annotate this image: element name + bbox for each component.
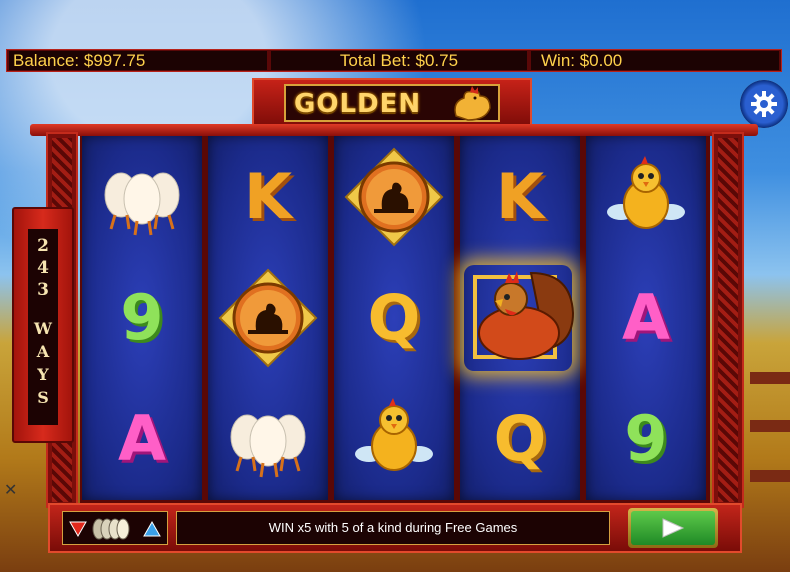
logo-title: GOLDEN: [294, 89, 422, 119]
symbol-A: A: [586, 257, 706, 378]
balance-display: Balance: $997.75: [9, 51, 267, 70]
frame-post-right: [712, 132, 744, 508]
spin-button[interactable]: [628, 508, 718, 548]
ways-letter: Y: [37, 365, 49, 384]
ways-digit: 4: [37, 258, 49, 278]
eggs-icon: [230, 414, 306, 477]
symbol-rooster-medallion: [208, 257, 328, 378]
ways-digit: 2: [37, 236, 49, 256]
fence-rail: [750, 470, 790, 482]
rooster-icon: [473, 270, 575, 360]
symbol-K: K: [460, 136, 580, 257]
symbol-9: 9: [82, 257, 202, 378]
game-logo: GOLDEN: [252, 78, 532, 128]
reel-4: K Q: [460, 136, 580, 500]
reel-5: A 9: [586, 136, 706, 500]
reel-frame-top: [30, 124, 758, 136]
total-bet-display: Total Bet: $0.75: [271, 51, 527, 70]
symbol-chick: [586, 136, 706, 257]
gear-icon: [751, 91, 777, 117]
symbol-letter: A: [622, 280, 670, 354]
symbol-letter: K: [495, 159, 545, 233]
ways-letter: A: [36, 342, 50, 361]
control-bar: WIN x5 with 5 of a kind during Free Game…: [48, 503, 742, 553]
symbol-chick: [334, 378, 454, 499]
symbol-eggs: [208, 378, 328, 499]
symbol-letter: 9: [624, 401, 668, 475]
symbol-Q: Q: [334, 257, 454, 378]
symbol-letter: K: [243, 159, 293, 233]
ways-banner: 2 4 3 W A Y S: [12, 207, 74, 443]
fence-rail: [750, 372, 790, 384]
symbol-letter: 9: [120, 280, 164, 354]
reel-1: 9 A: [82, 136, 202, 500]
symbol-letter: Q: [493, 401, 547, 475]
symbol-K: K: [208, 136, 328, 257]
symbol-letter: A: [118, 401, 166, 475]
ways-letter: S: [37, 388, 49, 407]
symbol-rooster-win: [460, 257, 580, 378]
reel-3: Q: [334, 136, 454, 500]
win-display: Win: $0.00: [531, 51, 779, 70]
triangle-down-icon[interactable]: [69, 520, 87, 538]
symbol-letter: Q: [367, 280, 421, 354]
triangle-up-icon[interactable]: [143, 520, 161, 538]
symbol-A: A: [82, 378, 202, 499]
chick-icon: [607, 155, 685, 229]
fence-rail: [750, 420, 790, 432]
status-bar: Balance: $997.75 Total Bet: $0.75 Win: $…: [6, 49, 782, 72]
symbol-Q: Q: [460, 378, 580, 499]
close-icon[interactable]: ✕: [4, 480, 17, 500]
chick-icon: [355, 397, 433, 471]
coins-icon: [92, 518, 130, 540]
rooster-logo-icon: [454, 86, 491, 121]
settings-button[interactable]: [740, 80, 788, 128]
reel-2: K: [208, 136, 328, 500]
ways-letter: W: [34, 319, 52, 338]
symbol-eggs: [82, 136, 202, 257]
rooster-medallion-icon: [218, 268, 318, 367]
eggs-icon: [104, 172, 180, 235]
symbol-9: 9: [586, 378, 706, 499]
ways-digit: 3: [37, 280, 49, 300]
message-display: WIN x5 with 5 of a kind during Free Game…: [176, 511, 610, 545]
bet-selector: [62, 511, 168, 545]
symbol-rooster-medallion: [334, 136, 454, 257]
rooster-medallion-icon: [344, 147, 444, 246]
play-icon: [662, 518, 685, 538]
reel-grid: 9 A K Q K Q A 9: [80, 136, 710, 506]
